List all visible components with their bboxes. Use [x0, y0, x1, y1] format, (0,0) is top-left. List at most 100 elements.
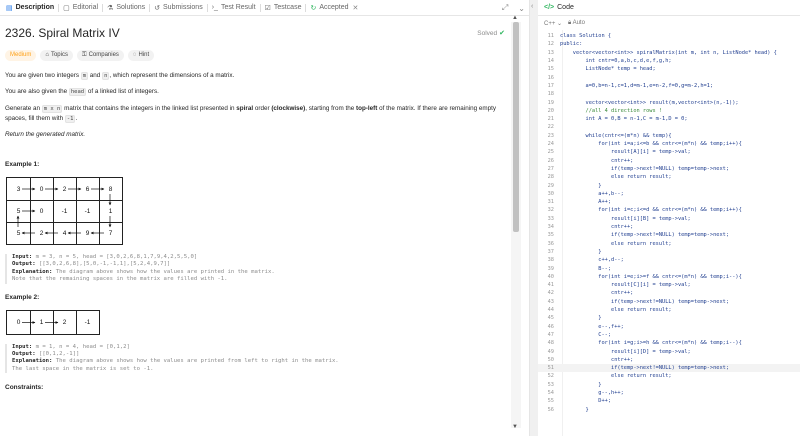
close-icon[interactable]: ✕ [353, 4, 359, 12]
code-line[interactable]: 51 if(temp->next!=NULL) temp=temp->next; [538, 364, 800, 373]
code-line[interactable]: 14 int cntr=0,a,b,c,d,e,f,g,h; [538, 57, 800, 65]
tag-icon: ⌂ [45, 52, 49, 58]
code-line[interactable]: 34 cntr++; [538, 223, 800, 231]
code-line[interactable]: 38 c++,d--; [538, 256, 800, 264]
code-line[interactable]: 18 [538, 90, 800, 98]
description-scrollbar[interactable]: ▲ ▼ [511, 15, 521, 430]
problem-chips: Medium ⌂ Topics ⚿ Companies ◌ Hint [5, 50, 525, 61]
line-number: 56 [547, 406, 554, 413]
code-line[interactable]: 52 else return result; [538, 372, 800, 380]
tab-accepted[interactable]: ↻ Accepted ✕ [306, 0, 362, 16]
maximize-icon[interactable]: ⤢ [502, 3, 508, 13]
code-line[interactable]: 23 while(cntr<=(m*n) && temp){ [538, 132, 800, 140]
line-number: 17 [547, 82, 554, 89]
tab-editorial[interactable]: ▢ Editorial [59, 0, 102, 16]
code-line[interactable]: 35 if(temp->next!=NULL) temp=temp->next; [538, 231, 800, 239]
scrollbar-thumb[interactable] [513, 22, 519, 232]
code-line[interactable]: 17 a=0,b=n-1,c=1,d=m-1,e=n-2,f=0,g=m-2,h… [538, 82, 800, 90]
code-line[interactable]: 16 [538, 74, 800, 82]
code-line[interactable]: 54 g--,h++; [538, 389, 800, 397]
code-line[interactable]: 20 //all 4 direction rows ! [538, 107, 800, 115]
scroll-down-icon[interactable]: ▼ [512, 424, 518, 430]
panel-splitter[interactable]: ‹ [530, 0, 538, 436]
code-text: cntr++; [560, 224, 634, 231]
code-text: //all 4 direction rows ! [560, 107, 663, 114]
code-line[interactable]: 21 int A = 0,B = n-1,C = m-1,D = 0; [538, 115, 800, 123]
code-text: } [560, 182, 602, 189]
line-number: 32 [547, 207, 554, 214]
code-text: D++; [560, 398, 612, 405]
code-line[interactable]: 47 C--; [538, 331, 800, 339]
example-2-io: Input: m = 1, n = 4, head = [0,1,2] Outp… [5, 343, 525, 374]
code-line[interactable]: 25 result[A][i] = temp->val; [538, 148, 800, 156]
line-number: 54 [547, 390, 554, 397]
tab-submissions[interactable]: ↺ Submissions [150, 0, 207, 16]
code-line[interactable]: 53 } [538, 381, 800, 389]
code-line[interactable]: 56 } [538, 406, 800, 414]
collapse-icon[interactable]: ⌄ [518, 4, 525, 13]
code-line[interactable]: 15 ListNode* temp = head; [538, 65, 800, 73]
line-number: 23 [547, 132, 554, 139]
line-number: 28 [547, 174, 554, 181]
description-paragraph: Generate an m x n matrix that contains t… [5, 105, 497, 123]
code-text: if(temp->next!=NULL) temp=temp->next; [560, 165, 730, 172]
code-line[interactable]: 46 e--,f++; [538, 323, 800, 331]
hint-chip[interactable]: ◌ Hint [127, 50, 155, 61]
code-line[interactable]: 42 cntr++; [538, 289, 800, 297]
tab-description[interactable]: ▤ Description [2, 0, 58, 16]
line-number: 29 [547, 182, 554, 189]
code-text: class Solution { [560, 33, 612, 40]
test-result-icon: ›_ [211, 4, 218, 11]
code-line[interactable]: 30 a++,b--; [538, 190, 800, 198]
code-line[interactable]: 33 result[i][B] = temp->val; [538, 215, 800, 223]
tab-testcase[interactable]: ☑ Testcase [261, 0, 306, 16]
language-select[interactable]: C++ ⌄ [544, 20, 562, 27]
code-line[interactable]: 29 } [538, 181, 800, 189]
code-line[interactable]: 49 result[i][D] = temp->val; [538, 347, 800, 355]
line-number: 15 [547, 66, 554, 73]
code-line[interactable]: 45 } [538, 314, 800, 322]
code-line[interactable]: 41 result[C][i] = temp->val; [538, 281, 800, 289]
line-number: 30 [547, 190, 554, 197]
code-line[interactable]: 32 for(int i=c;i<=d && cntr<=(m*n) && te… [538, 206, 800, 214]
tab-test-result[interactable]: ›_ Test Result [208, 0, 260, 16]
code-line[interactable]: 44 else return result; [538, 306, 800, 314]
tab-solutions[interactable]: ⚗ Solutions [103, 0, 149, 16]
code-line[interactable]: 26 cntr++; [538, 157, 800, 165]
auto-mode[interactable]: 🔒︎ Auto [568, 20, 585, 27]
code-line[interactable]: 48 for(int i=g;i>=h && cntr<=(m*n) && te… [538, 339, 800, 347]
line-number: 41 [547, 282, 554, 289]
problem-title[interactable]: 2326. Spiral Matrix IV [5, 26, 120, 40]
code-line[interactable]: 27 if(temp->next!=NULL) temp=temp->next; [538, 165, 800, 173]
code-text: while(cntr<=(m*n) && temp){ [560, 132, 672, 139]
code-line[interactable]: 24 for(int i=a;i<=b && cntr<=(m*n) && te… [538, 140, 800, 148]
code-line[interactable]: 43 if(temp->next!=NULL) temp=temp->next; [538, 298, 800, 306]
line-number: 55 [547, 398, 554, 405]
code-line[interactable]: 19 vector<vector<int>> result(m,vector<i… [538, 98, 800, 106]
code-line[interactable]: 22 [538, 123, 800, 131]
code-line[interactable]: 55 D++; [538, 397, 800, 405]
submissions-icon: ↺ [154, 4, 161, 12]
description-panel: ▤ Description ▢ Editorial ⚗ Solutions ↺ … [0, 0, 530, 436]
code-line[interactable]: 12 public: [538, 40, 800, 48]
example-2-diagram: 0 1 2 -1 [6, 309, 100, 335]
panel-controls: ⤢ ⌄ [502, 0, 525, 16]
code-line[interactable]: 39 B--; [538, 264, 800, 272]
code-icon: </> [544, 4, 555, 11]
chevron-left-icon[interactable]: ‹ [531, 3, 533, 10]
line-number: 51 [547, 365, 554, 372]
code-line[interactable]: 31 A++; [538, 198, 800, 206]
code-text: } [560, 406, 589, 413]
line-number: 11 [547, 33, 554, 40]
topics-chip[interactable]: ⌂ Topics [40, 50, 73, 61]
code-line[interactable]: 40 for(int i=e;i>=f && cntr<=(m*n) && te… [538, 273, 800, 281]
companies-chip[interactable]: ⚿ Companies [76, 50, 124, 61]
code-line[interactable]: 11 class Solution { [538, 32, 800, 40]
code-line[interactable]: 28 else return result; [538, 173, 800, 181]
code-line[interactable]: 13 vector<vector<int>> spiralMatrix(int … [538, 49, 800, 57]
code-editor[interactable]: 11 class Solution {12 public: 13 vector<vec… [538, 30, 800, 436]
code-line[interactable]: 50 cntr++; [538, 356, 800, 364]
code-line[interactable]: 36 else return result; [538, 240, 800, 248]
code-line[interactable]: 37 } [538, 248, 800, 256]
scroll-up-icon[interactable]: ▲ [512, 15, 518, 21]
